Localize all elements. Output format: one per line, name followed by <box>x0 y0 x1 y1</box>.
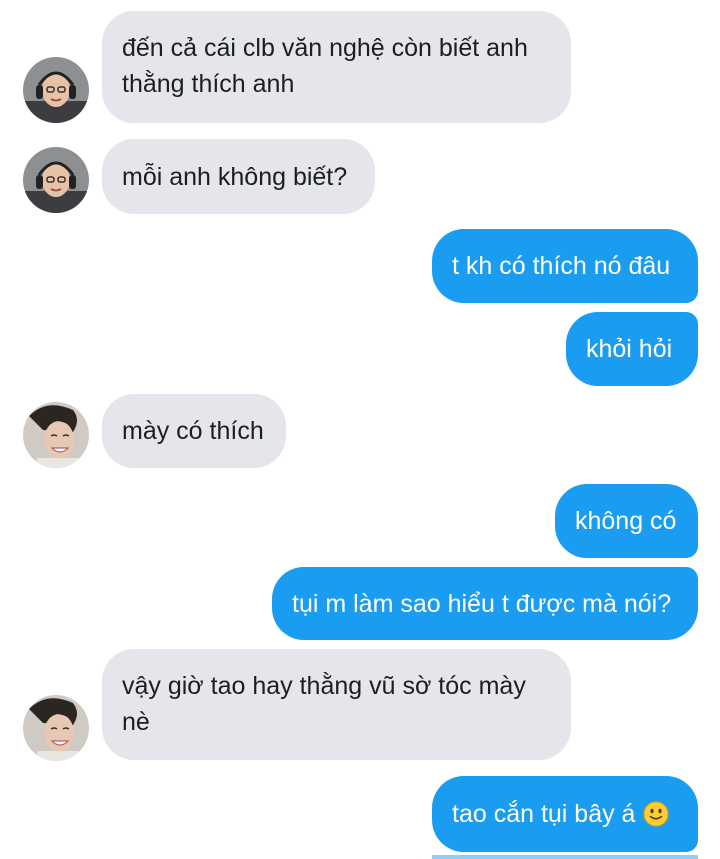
message-text: vậy giờ tao hay thằng vũ sờ tóc mày nè <box>122 672 526 736</box>
outgoing-message-bubble[interactable]: tụi m làm sao hiểu t được mà nói? <box>272 567 698 640</box>
incoming-message-bubble[interactable]: vậy giờ tao hay thằng vũ sờ tóc mày nè <box>102 649 571 760</box>
avatar[interactable] <box>23 57 89 123</box>
avatar[interactable] <box>23 402 89 468</box>
message-text: tao cắn tụi bây á <box>452 800 636 828</box>
avatar[interactable] <box>23 695 89 761</box>
next-message-edge <box>432 855 698 859</box>
incoming-message-bubble[interactable]: mày có thích <box>102 394 286 468</box>
incoming-message-bubble[interactable]: đến cả cái clb văn nghệ còn biết anh thằ… <box>102 11 571 123</box>
slightly-smiling-face-icon <box>643 801 669 827</box>
outgoing-message-bubble[interactable]: không có <box>555 484 698 558</box>
outgoing-message-bubble[interactable]: t kh có thích nó đâu <box>432 229 698 303</box>
outgoing-message-bubble[interactable]: tao cắn tụi bây á <box>432 776 698 852</box>
outgoing-message-bubble[interactable]: khỏi hỏi <box>566 312 698 386</box>
message-text: mỗi anh không biết? <box>122 162 348 191</box>
message-text: mày có thích <box>122 417 264 445</box>
incoming-message-bubble[interactable]: mỗi anh không biết? <box>102 139 375 214</box>
message-text: khỏi hỏi <box>586 335 673 363</box>
message-text: t kh có thích nó đâu <box>452 252 671 280</box>
message-text: tụi m làm sao hiểu t được mà nói? <box>292 589 672 618</box>
avatar-headset-icon <box>23 57 89 123</box>
avatar-smiling-man-icon <box>23 402 89 468</box>
avatar-headset-icon <box>23 147 89 213</box>
message-text: không có <box>575 507 677 535</box>
avatar-smiling-man-icon <box>23 695 89 761</box>
avatar[interactable] <box>23 147 89 213</box>
message-text: đến cả cái clb văn nghệ còn biết anh thằ… <box>122 34 528 98</box>
